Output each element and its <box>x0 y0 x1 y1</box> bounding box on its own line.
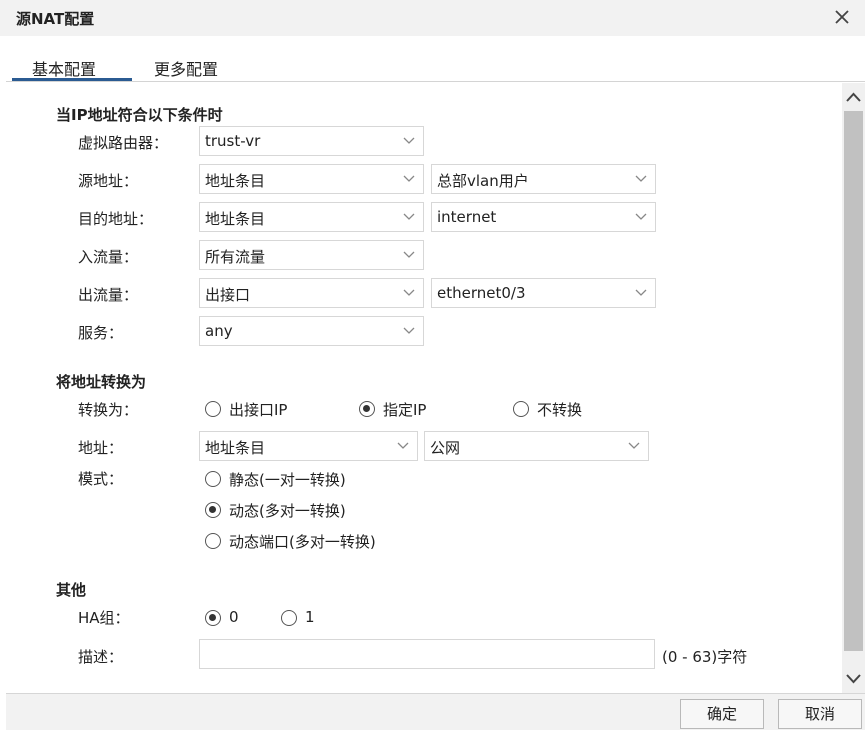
egress-type-select[interactable]: 出接口 <box>199 278 424 308</box>
destination-address-select[interactable]: internet <box>431 202 656 232</box>
cancel-button[interactable]: 取消 <box>778 699 862 729</box>
radio-ha-0[interactable]: 0 <box>205 608 255 628</box>
chevron-down-icon <box>403 289 415 296</box>
radio-selected-dot <box>363 405 370 412</box>
tab-bar: 基本配置 更多配置 <box>6 36 865 82</box>
radio-circle <box>359 401 375 417</box>
chevron-down-icon <box>403 213 415 220</box>
dialog-footer: 确定 取消 <box>6 693 865 730</box>
radio-circle <box>513 401 529 417</box>
radio-egress-ip-label: 出接口IP <box>229 401 288 419</box>
radio-circle <box>281 610 297 626</box>
mode-label: 模式： <box>78 470 124 488</box>
destination-address-type-value: 地址条目 <box>205 210 266 228</box>
source-address-type-value: 地址条目 <box>205 172 266 190</box>
egress-label: 出流量： <box>78 286 139 304</box>
vertical-scrollbar[interactable] <box>842 83 865 693</box>
tab-more-config[interactable]: 更多配置 <box>154 56 218 80</box>
radio-circle <box>205 533 221 549</box>
radio-ha-1[interactable]: 1 <box>281 608 331 628</box>
section-title-other: 其他 <box>56 581 87 599</box>
service-label: 服务： <box>78 324 124 342</box>
radio-egress-ip[interactable]: 出接口IP <box>205 399 315 419</box>
radio-selected-dot <box>209 614 216 621</box>
chevron-down-icon <box>635 289 647 296</box>
radio-mode-static-label: 静态(一对一转换) <box>229 471 346 489</box>
ha-group-label: HA组： <box>78 609 130 627</box>
chevron-down-icon <box>628 442 640 449</box>
section-title-conditions: 当IP地址符合以下条件时 <box>56 106 223 124</box>
scroll-up-icon[interactable] <box>842 83 865 111</box>
radio-specified-ip[interactable]: 指定IP <box>359 399 459 419</box>
egress-interface-value: ethernet0/3 <box>437 284 526 302</box>
active-tab-indicator <box>12 78 132 81</box>
radio-mode-static[interactable]: 静态(一对一转换) <box>205 469 375 489</box>
radio-mode-dynamic-label: 动态(多对一转换) <box>229 502 346 520</box>
radio-circle <box>205 471 221 487</box>
dialog-title: 源NAT配置 <box>16 10 95 28</box>
ingress-select[interactable]: 所有流量 <box>199 240 424 270</box>
ingress-value: 所有流量 <box>205 248 266 266</box>
translate-address-type-value: 地址条目 <box>205 439 266 457</box>
form-content: 当IP地址符合以下条件时 虚拟路由器： trust-vr 源地址： 地址条目 总… <box>6 83 842 693</box>
radio-mode-dynamic-port-label: 动态端口(多对一转换) <box>229 533 376 551</box>
scroll-down-icon[interactable] <box>842 665 865 693</box>
translate-to-label: 转换为： <box>78 401 139 419</box>
destination-address-value: internet <box>437 208 497 226</box>
description-input[interactable] <box>199 639 655 669</box>
chevron-down-icon <box>635 213 647 220</box>
address-label: 地址： <box>78 439 124 457</box>
virtual-router-label: 虚拟路由器： <box>78 134 169 152</box>
radio-no-translate[interactable]: 不转换 <box>513 399 613 419</box>
egress-interface-select[interactable]: ethernet0/3 <box>431 278 656 308</box>
radio-ha-1-label: 1 <box>305 608 315 626</box>
radio-mode-dynamic[interactable]: 动态(多对一转换) <box>205 500 375 520</box>
virtual-router-value: trust-vr <box>205 132 261 150</box>
chevron-down-icon <box>403 251 415 258</box>
ingress-label: 入流量： <box>78 248 139 266</box>
egress-type-value: 出接口 <box>205 286 251 304</box>
translate-address-value: 公网 <box>430 439 461 457</box>
chevron-down-icon <box>403 327 415 334</box>
radio-no-translate-label: 不转换 <box>537 401 583 419</box>
radio-circle <box>205 610 221 626</box>
chevron-down-icon <box>635 175 647 182</box>
description-hint: (0 - 63)字符 <box>662 648 748 666</box>
source-address-label: 源地址： <box>78 172 139 190</box>
radio-specified-ip-label: 指定IP <box>383 401 427 419</box>
radio-ha-0-label: 0 <box>229 608 239 626</box>
tab-basic-config[interactable]: 基本配置 <box>32 56 96 80</box>
source-address-type-select[interactable]: 地址条目 <box>199 164 424 194</box>
radio-selected-dot <box>209 506 216 513</box>
virtual-router-select[interactable]: trust-vr <box>199 126 424 156</box>
chevron-down-icon <box>397 442 409 449</box>
destination-address-type-select[interactable]: 地址条目 <box>199 202 424 232</box>
chevron-down-icon <box>403 137 415 144</box>
translate-address-select[interactable]: 公网 <box>424 431 649 461</box>
close-icon[interactable] <box>829 4 855 30</box>
source-address-select[interactable]: 总部vlan用户 <box>431 164 656 194</box>
chevron-down-icon <box>403 175 415 182</box>
translate-address-type-select[interactable]: 地址条目 <box>199 431 418 461</box>
source-address-value: 总部vlan用户 <box>437 172 529 190</box>
scrollbar-thumb[interactable] <box>844 111 863 651</box>
description-label: 描述： <box>78 648 124 666</box>
radio-circle <box>205 502 221 518</box>
dialog-titlebar: 源NAT配置 <box>0 0 865 36</box>
service-value: any <box>205 322 233 340</box>
section-title-translate: 将地址转换为 <box>56 373 147 391</box>
destination-address-label: 目的地址： <box>78 210 154 228</box>
ok-button[interactable]: 确定 <box>680 699 764 729</box>
radio-circle <box>205 401 221 417</box>
service-select[interactable]: any <box>199 316 424 346</box>
radio-mode-dynamic-port[interactable]: 动态端口(多对一转换) <box>205 531 405 551</box>
